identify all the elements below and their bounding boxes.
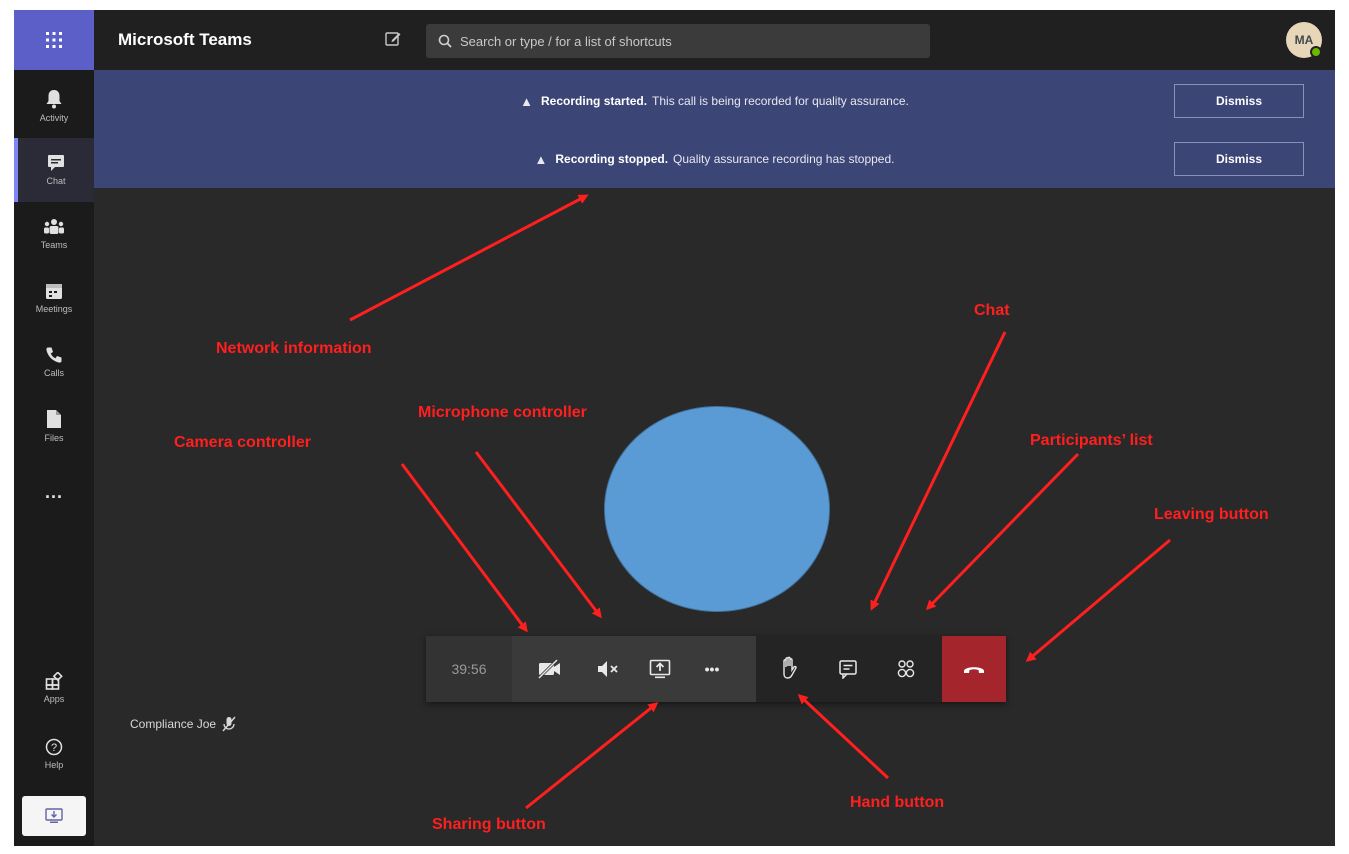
rail-item-label: Teams (40, 240, 68, 250)
hang-up-icon (964, 667, 984, 673)
new-chat-button[interactable] (384, 30, 402, 53)
dismiss-button[interactable]: Dismiss (1174, 142, 1304, 176)
rail-item-apps[interactable]: Apps (14, 656, 94, 720)
chat-icon (839, 660, 857, 679)
search-input[interactable]: Search or type / for a list of shortcuts (426, 24, 930, 58)
phone-icon (46, 347, 62, 363)
app-launcher-button[interactable] (14, 10, 94, 70)
rail-more-button[interactable]: ... (14, 472, 94, 512)
waffle-icon (46, 32, 62, 48)
banner-message: Quality assurance recording has stopped. (673, 152, 895, 166)
participants-button[interactable] (880, 636, 932, 702)
screenshot-frame: Activity Chat Teams Meetings Calls Files… (0, 0, 1349, 854)
calendar-icon (46, 284, 62, 299)
download-app-button[interactable] (22, 796, 86, 836)
file-icon (47, 410, 61, 428)
compose-icon (385, 32, 401, 46)
call-timer: 39:56 (426, 636, 512, 702)
notification-banners: ▲ Recording started. This call is being … (94, 70, 1335, 188)
chat-icon (48, 155, 64, 171)
presence-badge (1310, 46, 1322, 58)
participant-avatar-shape (604, 406, 830, 612)
annotation-chat: Chat (974, 302, 1010, 319)
rail-item-label: Meetings (35, 304, 73, 314)
camera-off-icon (538, 659, 560, 679)
share-screen-icon (649, 659, 671, 679)
more-actions-button[interactable]: ••• (686, 636, 738, 702)
rail-item-activity[interactable]: Activity (14, 74, 94, 138)
annotation-network: Network information (216, 340, 372, 357)
recording-stopped-banner: ▲ Recording stopped. Quality assurance r… (94, 134, 1335, 184)
rail-item-label: Calls (43, 368, 64, 378)
rail-item-label: Help (44, 760, 64, 770)
mute-toggle-button[interactable] (582, 636, 634, 702)
camera-toggle-button[interactable] (524, 636, 576, 702)
rail-item-help[interactable]: ? Help (14, 722, 94, 786)
mute-icon (598, 661, 618, 677)
rail-item-meetings[interactable]: Meetings (14, 266, 94, 330)
apps-icon (45, 672, 63, 690)
rail-item-label: Apps (43, 694, 65, 704)
search-icon (438, 34, 452, 48)
rail-item-label: Files (44, 433, 64, 443)
annotation-camera: Camera controller (174, 434, 311, 451)
app-title: Microsoft Teams (118, 30, 252, 49)
participant-name: Compliance Joe (130, 717, 217, 731)
raise-hand-button[interactable] (764, 636, 816, 702)
mic-muted-icon (222, 716, 236, 732)
raise-hand-icon (783, 656, 797, 679)
banner-title: Recording stopped. (555, 152, 669, 166)
warning-icon: ▲ (534, 151, 548, 167)
annotation-microphone: Microphone controller (418, 404, 587, 421)
teams-icon (44, 219, 64, 234)
rail-item-label: Chat (46, 176, 66, 186)
dismiss-button[interactable]: Dismiss (1174, 84, 1304, 118)
bell-icon (46, 90, 62, 109)
share-screen-button[interactable] (634, 636, 686, 702)
leave-call-button[interactable] (942, 636, 1006, 702)
banner-title: Recording started. (541, 94, 648, 108)
annotation-hand: Hand button (850, 794, 945, 811)
rail-item-label: Activity (39, 113, 69, 123)
title-bar: Microsoft Teams Search or type / for a l… (94, 10, 1335, 70)
chat-toggle-button[interactable] (822, 636, 874, 702)
call-control-bar: 39:56 ••• (426, 636, 1006, 702)
recording-started-banner: ▲ Recording started. This call is being … (94, 76, 1335, 126)
participants-icon (897, 660, 915, 678)
rail-item-teams[interactable]: Teams (14, 202, 94, 266)
help-icon: ? (45, 738, 63, 756)
annotation-leaving: Leaving button (1154, 506, 1269, 523)
rail-item-files[interactable]: Files (14, 394, 94, 458)
app-rail: Activity Chat Teams Meetings Calls Files… (14, 10, 94, 846)
svg-text:?: ? (51, 742, 57, 754)
annotation-participants: Participants’ list (1030, 432, 1153, 449)
rail-item-calls[interactable]: Calls (14, 330, 94, 394)
annotation-sharing: Sharing button (432, 816, 546, 833)
warning-icon: ▲ (520, 93, 534, 109)
participant-label: Compliance Joe (130, 716, 236, 732)
banner-message: This call is being recorded for quality … (652, 94, 909, 108)
search-placeholder: Search or type / for a list of shortcuts (460, 33, 672, 49)
download-icon (45, 808, 63, 823)
rail-item-chat[interactable]: Chat (14, 138, 94, 202)
